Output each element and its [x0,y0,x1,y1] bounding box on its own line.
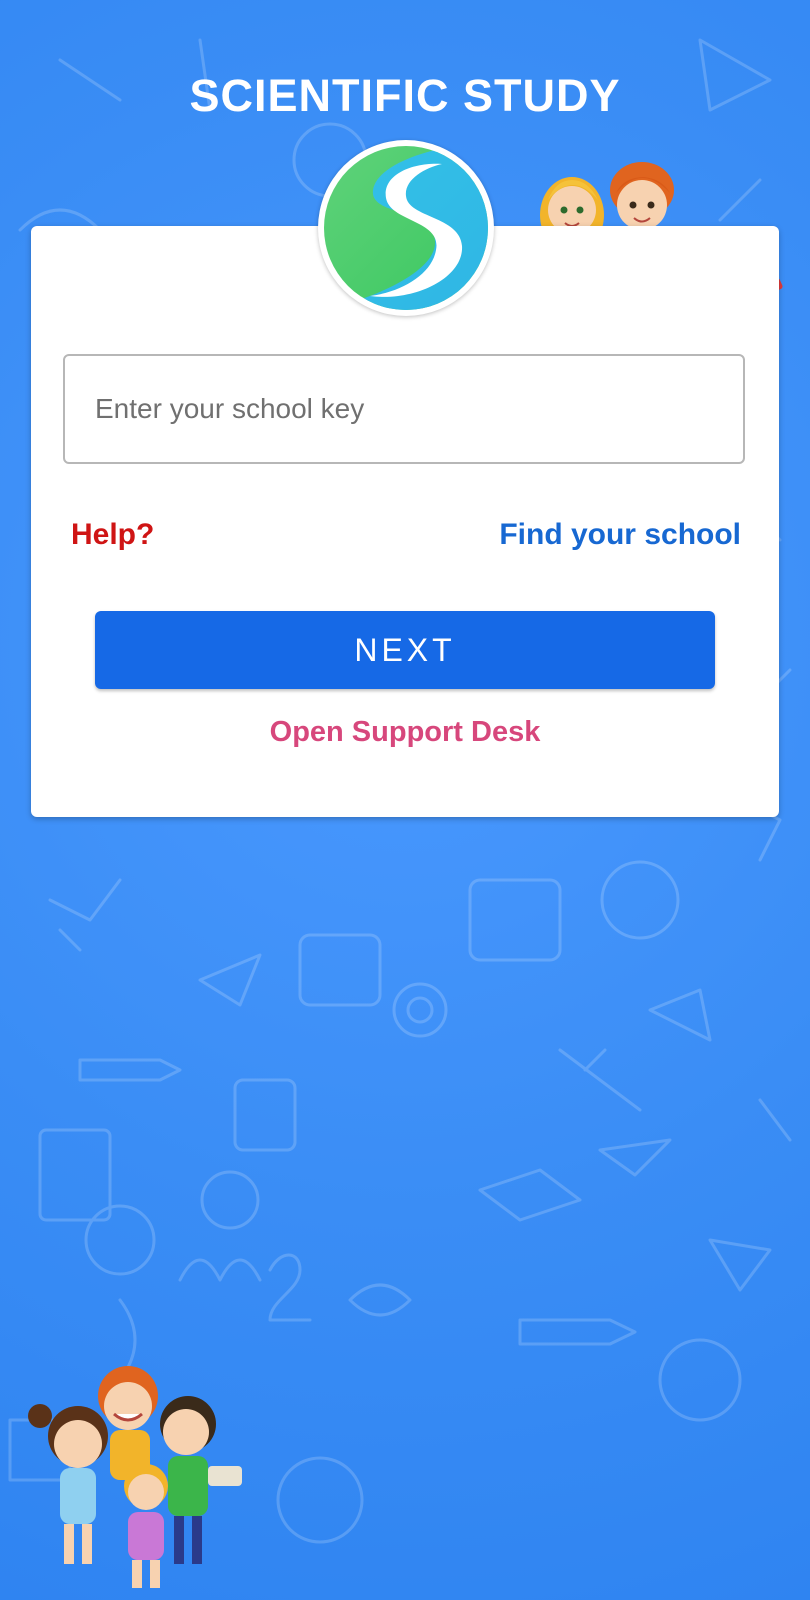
find-school-link[interactable]: Find your school [499,518,741,552]
app-logo [318,140,494,316]
open-support-desk-link[interactable]: Open Support Desk [31,716,779,749]
school-key-field[interactable] [63,354,745,464]
next-button[interactable]: NEXT [95,611,715,689]
school-key-input[interactable] [65,356,743,462]
app-title: SCIENTIFIC STUDY [189,70,621,121]
s-logo-icon [324,146,488,310]
help-link[interactable]: Help? [71,518,154,552]
kids-illustration-bottom [18,1356,248,1596]
